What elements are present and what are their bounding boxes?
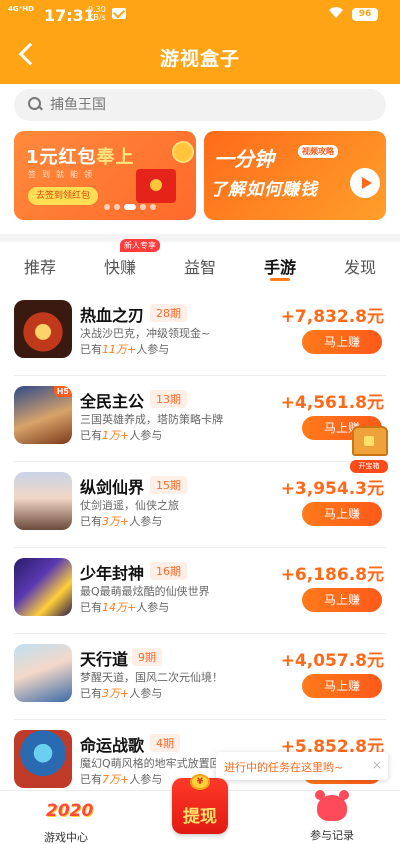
game-center-icon: 2020 (46, 801, 94, 821)
new-user-badge: 新人专享 (120, 239, 160, 252)
game-row[interactable]: 纵剑仙界 15期 仗剑逍遥，仙侠之旅 已有3万+人参与 +3,954.3元 马上… (0, 462, 400, 548)
search-bar[interactable] (14, 89, 386, 121)
task-tooltip[interactable]: 进行中的任务在这里哟~ × (216, 752, 388, 780)
game-name: 天行道 (80, 650, 129, 669)
period-badge: 28期 (150, 304, 187, 322)
coin-icon (172, 141, 194, 163)
earn-now-button[interactable]: 马上赚 (302, 674, 382, 698)
game-name: 热血之刃 (80, 306, 145, 325)
reward-amount: +6,186.8元 (280, 565, 384, 585)
active-tab-indicator (270, 278, 290, 281)
earn-now-button[interactable]: 马上赚 (302, 502, 382, 526)
withdraw-label: 提现 (183, 807, 217, 827)
reward-amount: +3,954.3元 (280, 479, 384, 499)
record-icon (315, 790, 349, 821)
game-icon-zongjian (14, 472, 72, 530)
period-badge: 13期 (150, 390, 187, 408)
period-badge: 16期 (150, 562, 187, 580)
game-name: 少年封神 (80, 564, 145, 583)
participant-count: 已有14万+人参与 (80, 601, 170, 614)
play-icon[interactable] (350, 168, 380, 198)
game-description: 决战沙巴克，冲级领现金~ (80, 327, 211, 340)
nav-participation-record[interactable]: 参与记录 (292, 790, 372, 843)
withdraw-button[interactable]: ¥ 提现 (168, 772, 232, 836)
chest-label: 开宝箱 (350, 460, 388, 473)
game-description: 梦醒天道，国风二次元仙境！ (80, 671, 223, 684)
game-row[interactable]: H5 全民主公 13期 三国英雄养成，塔防策略卡牌 已有1万+人参与 +4,56… (0, 376, 400, 462)
banner-right-title: 一分钟 (214, 147, 274, 171)
category-tabs: 推荐 快赚 新人专享 益智 手游 发现 (0, 239, 400, 288)
nav-label: 参与记录 (310, 829, 354, 842)
banner-video-guide[interactable]: 一分钟 视频攻略 了解如何赚钱 (204, 131, 386, 220)
task-tooltip-text: 进行中的任务在这里哟~ (224, 761, 344, 774)
tab-mobile-games[interactable]: 手游 (250, 254, 310, 278)
sign-in-button[interactable]: 去签到领红包 (28, 187, 99, 205)
game-name: 纵剑仙界 (80, 478, 145, 497)
reward-amount: +4,561.8元 (280, 393, 384, 413)
participant-count: 已有3万+人参与 (80, 687, 163, 700)
nav-label: 游戏中心 (44, 831, 88, 844)
participant-count: 已有3万+人参与 (80, 515, 163, 528)
game-icon-quanmin: H5 (14, 386, 72, 444)
battery-icon: 96 (352, 8, 378, 21)
nav-game-center[interactable]: 2020 游戏中心 (26, 791, 106, 844)
coin-icon: ¥ (190, 774, 210, 790)
network-indicator: 4G⁺HD (8, 5, 34, 13)
close-icon[interactable]: × (372, 758, 382, 772)
game-icon-shaonian (14, 558, 72, 616)
banner-left-title: 1元红包奉上 (26, 147, 135, 168)
section-divider (0, 234, 400, 242)
chest-lock-icon (364, 436, 374, 446)
period-badge: 9期 (132, 648, 162, 666)
participant-count: 已有1万+人参与 (80, 429, 163, 442)
earn-now-button[interactable]: 马上赚 (302, 588, 382, 612)
participant-count: 已有11万+人参与 (80, 343, 170, 356)
video-guide-tag: 视频攻略 (298, 145, 338, 158)
game-description: 三国英雄养成，塔防策略卡牌 (80, 413, 223, 426)
search-input[interactable] (50, 95, 370, 115)
game-row[interactable]: 少年封神 16期 最Q最萌最炫酷的仙侠世界 已有14万+人参与 +6,186.8… (0, 548, 400, 634)
red-envelope-icon (136, 169, 176, 203)
game-row[interactable]: 热血之刃 28期 决战沙巴克，冲级领现金~ 已有11万+人参与 +7,832.8… (0, 290, 400, 376)
participant-count: 已有7万+人参与 (80, 773, 163, 786)
game-name: 全民主公 (80, 392, 145, 411)
banner-left-subtitle: 签到就能领 (28, 170, 98, 179)
h5-badge: H5 (53, 386, 72, 397)
tab-puzzle[interactable]: 益智 (170, 254, 230, 278)
tab-quick-earn[interactable]: 快赚 (90, 254, 150, 278)
game-icon-tianxing (14, 644, 72, 702)
status-bar: 4G⁺HD 17:31 0.30 KB/s 96 (0, 0, 400, 30)
carousel-dot (140, 204, 146, 210)
banner-right-subtitle: 了解如何赚钱 (210, 180, 318, 200)
game-icon-mingyun (14, 730, 72, 788)
wifi-icon (328, 6, 344, 23)
carousel-dot-active (124, 204, 136, 210)
mail-icon (112, 8, 126, 19)
search-icon (28, 97, 42, 111)
game-icon-rexue (14, 300, 72, 358)
page-title: 游视盒子 (159, 48, 240, 70)
tab-recommend[interactable]: 推荐 (10, 254, 70, 278)
game-name: 命运战歌 (80, 736, 145, 755)
game-description: 最Q最萌最炫酷的仙侠世界 (80, 585, 210, 598)
network-speed: 0.30 KB/s (88, 5, 106, 22)
reward-amount: +4,057.8元 (280, 651, 384, 671)
tab-discover[interactable]: 发现 (330, 254, 390, 278)
period-badge: 4期 (150, 734, 180, 752)
carousel-dot (150, 204, 156, 210)
reward-amount: +7,832.8元 (280, 307, 384, 327)
carousel-indicator (104, 204, 160, 210)
carousel-dot (104, 204, 110, 210)
carousel-dot (114, 204, 120, 210)
game-row[interactable]: 天行道 9期 梦醒天道，国风二次元仙境！ 已有3万+人参与 +4,057.8元 … (0, 634, 400, 720)
period-badge: 15期 (150, 476, 187, 494)
game-description: 仗剑逍遥，仙侠之旅 (80, 499, 179, 512)
treasure-chest-button[interactable]: 开宝箱 (346, 418, 392, 474)
earn-now-button[interactable]: 马上赚 (302, 330, 382, 354)
